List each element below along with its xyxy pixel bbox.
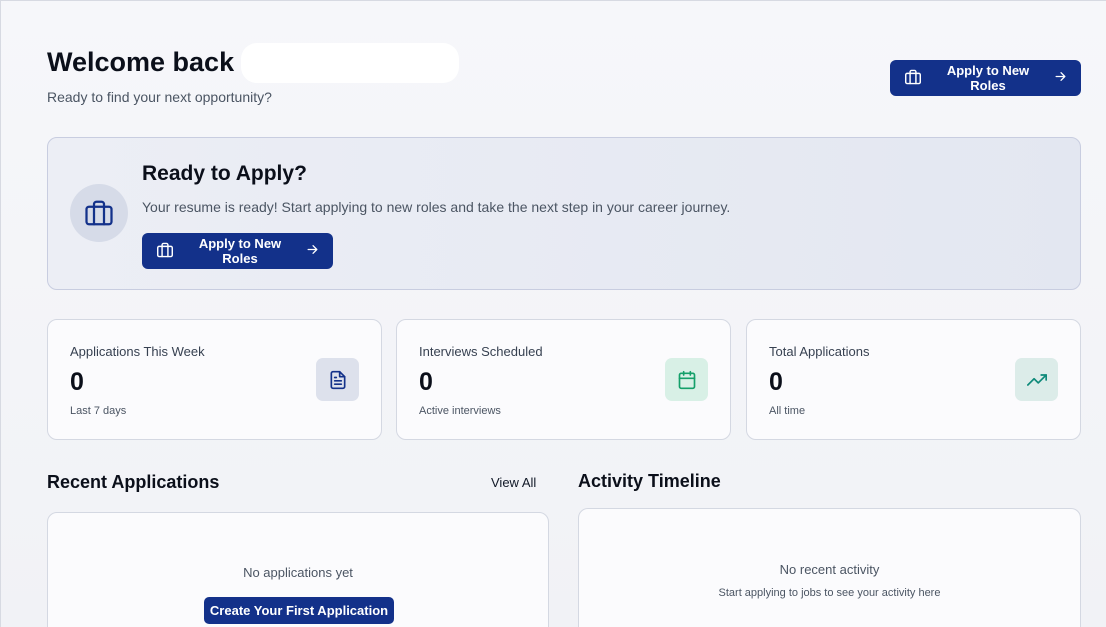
briefcase-icon bbox=[70, 184, 128, 242]
stat-value: 0 bbox=[419, 368, 433, 396]
apply-new-roles-button[interactable]: Apply to New Roles bbox=[890, 60, 1081, 96]
ready-to-apply-banner: Ready to Apply? Your resume is ready! St… bbox=[47, 137, 1081, 290]
empty-applications-text: No applications yet bbox=[243, 565, 353, 580]
stat-card-interviews: Interviews Scheduled 0 Active interviews bbox=[396, 319, 731, 440]
calendar-icon bbox=[665, 358, 708, 401]
redacted-username bbox=[241, 43, 459, 83]
recent-applications-title: Recent Applications bbox=[47, 472, 220, 492]
stat-value: 0 bbox=[769, 368, 783, 396]
banner-apply-button[interactable]: Apply to New Roles bbox=[142, 233, 333, 269]
stat-card-total-applications: Total Applications 0 All time bbox=[746, 319, 1081, 440]
empty-activity-hint: Start applying to jobs to see your activ… bbox=[718, 587, 941, 599]
stat-label: Interviews Scheduled bbox=[419, 344, 543, 359]
activity-timeline-title: Activity Timeline bbox=[578, 471, 721, 491]
document-icon bbox=[316, 358, 359, 401]
page-title: Welcome back bbox=[47, 47, 235, 77]
stat-label: Total Applications bbox=[769, 344, 870, 359]
activity-timeline-panel: No recent activity Start applying to job… bbox=[578, 508, 1081, 627]
empty-activity-text: No recent activity bbox=[779, 562, 880, 577]
stat-note: Active interviews bbox=[419, 405, 501, 417]
banner-text: Your resume is ready! Start applying to … bbox=[142, 199, 731, 215]
page-subtitle: Ready to find your next opportunity? bbox=[47, 89, 272, 105]
arrow-right-icon bbox=[1054, 70, 1067, 86]
banner-apply-label: Apply to New Roles bbox=[198, 236, 282, 266]
stat-card-applications-week: Applications This Week 0 Last 7 days bbox=[47, 319, 382, 440]
stat-note: Last 7 days bbox=[70, 405, 127, 417]
view-all-link[interactable]: View All bbox=[491, 475, 536, 490]
apply-new-roles-label: Apply to New Roles bbox=[946, 63, 1030, 93]
recent-applications-panel: No applications yet Create Your First Ap… bbox=[47, 512, 549, 627]
briefcase-icon bbox=[156, 242, 174, 261]
stat-label: Applications This Week bbox=[70, 344, 205, 359]
create-first-application-button[interactable]: Create Your First Application bbox=[204, 597, 394, 624]
arrow-right-icon bbox=[306, 243, 319, 259]
trending-up-icon bbox=[1015, 358, 1058, 401]
stat-note: All time bbox=[769, 405, 806, 417]
briefcase-icon bbox=[904, 69, 922, 88]
dashboard-page: Welcome back Ready to find your next opp… bbox=[0, 0, 1106, 627]
stat-value: 0 bbox=[70, 368, 84, 396]
banner-title: Ready to Apply? bbox=[142, 162, 307, 185]
